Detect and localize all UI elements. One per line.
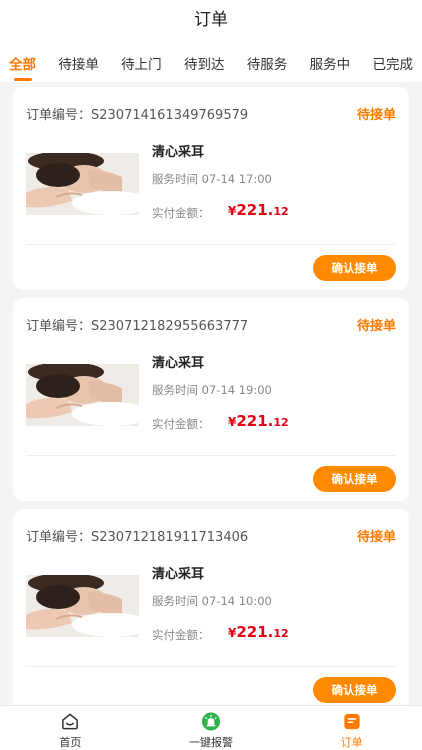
service-name: 清心采耳 <box>152 567 205 582</box>
service-time: 服务时间 07-14 10:00 <box>152 594 272 608</box>
alarm-icon <box>201 712 221 731</box>
order-status: 待接单 <box>356 319 396 334</box>
order-status: 待接单 <box>356 530 396 545</box>
paid-amount: ¥221.12 <box>228 623 289 641</box>
service-thumbnail <box>26 364 139 426</box>
service-name: 清心采耳 <box>152 356 205 371</box>
order-number: 订单编号：S230712182955663777 <box>26 319 249 334</box>
paid-amount-label: 实付金额： <box>152 417 210 431</box>
divider <box>26 666 396 667</box>
page-title: 订单 <box>194 10 228 30</box>
order-number: 订单编号：S230714161349769579 <box>26 108 249 123</box>
paid-amount: ¥221.12 <box>228 201 289 219</box>
tabbar-orders-label: 订单 <box>340 736 363 749</box>
confirm-accept-button[interactable]: 确认接单 <box>313 466 396 492</box>
header: 订单 全部 待接单 待上门 待到达 待服务 服务中 已完成 <box>0 0 422 82</box>
tab-pending-visit[interactable]: 待上门 <box>121 53 162 73</box>
order-number: 订单编号：S230712181911713406 <box>26 530 249 545</box>
bottom-tab-bar: 首页 一键报警 订单 <box>0 705 422 750</box>
order-status: 待接单 <box>356 108 396 123</box>
tab-pending-service[interactable]: 待服务 <box>247 53 288 73</box>
service-name: 清心采耳 <box>152 145 205 160</box>
active-tab-indicator <box>13 78 32 81</box>
service-thumbnail <box>26 575 139 637</box>
divider <box>26 455 396 456</box>
tabbar-orders[interactable]: 订单 <box>281 706 422 750</box>
service-time: 服务时间 07-14 17:00 <box>152 172 272 186</box>
confirm-accept-button[interactable]: 确认接单 <box>313 255 396 281</box>
paid-amount-label: 实付金额： <box>152 628 210 642</box>
order-card[interactable]: 订单编号：S230714161349769579 待接单 清心采耳 服务时间 0… <box>13 87 409 290</box>
tabbar-home[interactable]: 首页 <box>0 706 141 750</box>
tabbar-alarm[interactable]: 一键报警 <box>141 706 282 750</box>
tab-pending-accept[interactable]: 待接单 <box>58 53 99 73</box>
tab-all[interactable]: 全部 <box>9 53 36 81</box>
tab-pending-arrival[interactable]: 待到达 <box>184 53 225 73</box>
order-list[interactable]: 订单编号：S230714161349769579 待接单 清心采耳 服务时间 0… <box>0 82 422 705</box>
confirm-accept-button[interactable]: 确认接单 <box>313 677 396 703</box>
order-icon <box>344 713 360 730</box>
tabbar-home-label: 首页 <box>59 736 82 749</box>
service-time: 服务时间 07-14 19:00 <box>152 383 272 397</box>
order-card[interactable]: 订单编号：S230712181911713406 待接单 清心采耳 服务时间 0… <box>13 509 409 705</box>
tab-completed[interactable]: 已完成 <box>372 53 413 73</box>
tab-in-service[interactable]: 服务中 <box>310 53 351 73</box>
divider <box>26 244 396 245</box>
order-card[interactable]: 订单编号：S230712182955663777 待接单 清心采耳 服务时间 0… <box>13 298 409 501</box>
paid-amount: ¥221.12 <box>228 412 289 430</box>
home-icon <box>62 713 79 730</box>
service-thumbnail <box>26 153 139 215</box>
paid-amount-label: 实付金额： <box>152 206 210 220</box>
status-tabs: 全部 待接单 待上门 待到达 待服务 服务中 已完成 <box>0 50 422 81</box>
tabbar-alarm-label: 一键报警 <box>189 736 233 749</box>
